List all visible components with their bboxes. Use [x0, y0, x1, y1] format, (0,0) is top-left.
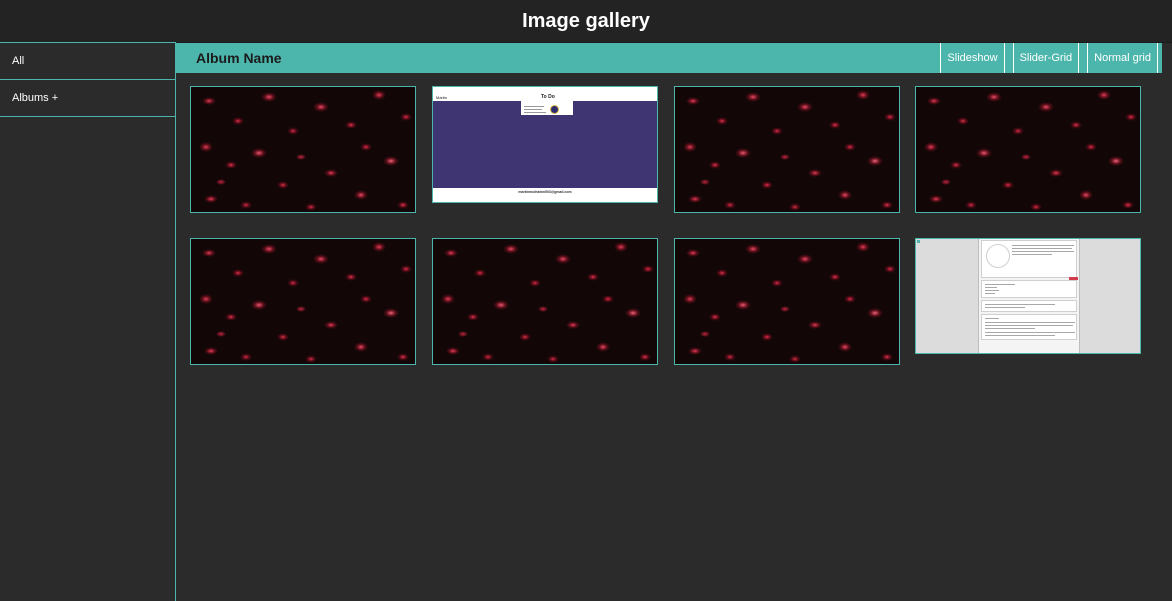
sidebar-item-label: Albums +	[12, 92, 59, 104]
sidebar-item-albums[interactable]: Albums +	[0, 80, 175, 117]
normal-grid-button[interactable]: Normal grid	[1087, 43, 1158, 73]
todo-footer: martinmuthatnn503@gmail.com	[433, 188, 657, 202]
corner-marker	[917, 240, 920, 243]
text-line	[1012, 245, 1074, 246]
gallery-thumbnail[interactable]	[674, 86, 900, 213]
todo-brand: Martin	[436, 95, 448, 100]
text-line	[985, 335, 1055, 336]
profile-page	[978, 239, 1080, 353]
text-line	[985, 304, 1055, 305]
todo-email: martinmuthatnn503@gmail.com	[518, 190, 572, 194]
slider-grid-button[interactable]: Slider-Grid	[1012, 43, 1080, 73]
todo-line	[524, 112, 546, 113]
gallery-thumbnail[interactable]	[190, 86, 416, 213]
todo-avatar	[550, 105, 559, 114]
album-toolbar: Album Name Slideshow Slider-Grid Normal …	[176, 43, 1162, 73]
text-line	[1012, 251, 1074, 252]
gallery-thumbnail[interactable]	[432, 238, 658, 365]
gallery-thumbnail[interactable]	[915, 238, 1141, 354]
gallery-thumbnail[interactable]	[190, 238, 416, 365]
sidebar: All Albums +	[0, 42, 176, 601]
album-title: Album Name	[196, 50, 282, 66]
gallery-thumbnail[interactable]	[915, 86, 1141, 213]
text-line	[985, 325, 1073, 326]
gallery-thumbnail[interactable]	[674, 238, 900, 365]
text-line	[985, 290, 999, 291]
profile-section	[981, 314, 1077, 340]
sidebar-item-label: All	[12, 55, 25, 67]
page-title: Image gallery	[522, 9, 650, 32]
text-line	[1012, 248, 1072, 249]
todo-line	[524, 109, 542, 110]
sidebar-item-all[interactable]: All	[0, 43, 175, 80]
text-line	[985, 318, 999, 319]
text-line	[985, 284, 1015, 285]
profile-section	[981, 280, 1077, 298]
profile-avatar	[986, 244, 1010, 268]
text-line	[985, 328, 1035, 329]
gallery-thumbnail[interactable]: Martin To Do martinmuthatnn503@gmail.com	[432, 86, 658, 203]
app-header: Image gallery	[0, 0, 1172, 43]
main-content: Album Name Slideshow Slider-Grid Normal …	[176, 42, 1172, 600]
todo-body	[433, 99, 657, 188]
text-line	[985, 307, 1025, 308]
text-line	[985, 287, 997, 288]
text-line	[1012, 254, 1052, 255]
profile-section	[981, 300, 1077, 312]
text-line	[985, 322, 1075, 323]
text-line	[985, 332, 1075, 333]
todo-line	[524, 106, 544, 107]
text-line	[985, 293, 995, 294]
profile-card	[981, 240, 1078, 280]
slideshow-button[interactable]: Slideshow	[940, 43, 1005, 73]
